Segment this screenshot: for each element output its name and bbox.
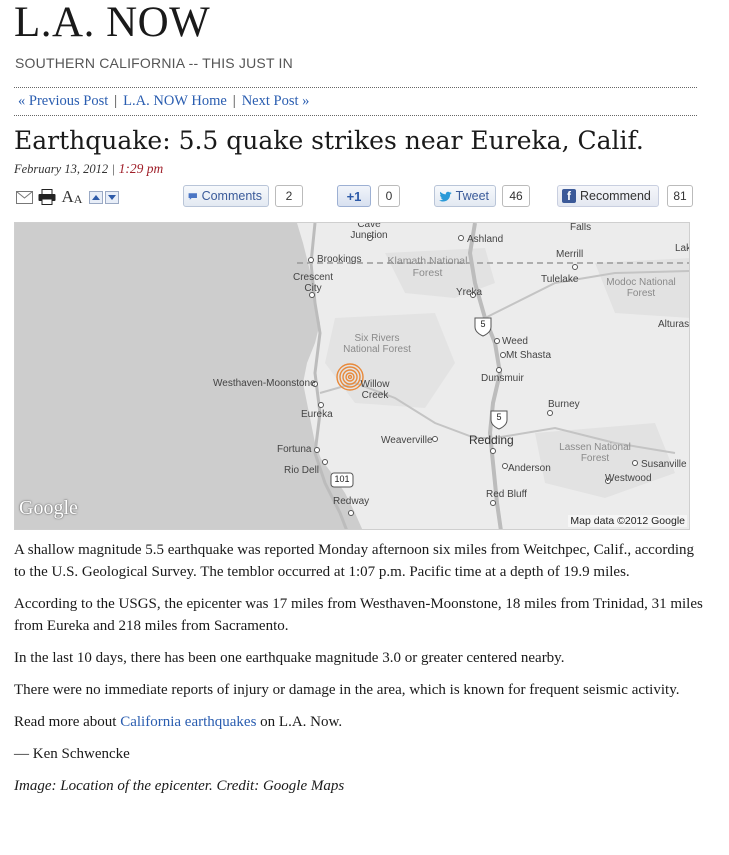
map-label-burney: Burney	[548, 399, 580, 410]
plusone-count: 0	[378, 185, 400, 207]
map-label-eureka: Eureka	[301, 409, 333, 420]
share-toolbar: AA Comments 2 +1 0 Tweet 46 f Recommend …	[14, 184, 694, 210]
recommend-label: Recommend	[580, 189, 651, 203]
nav-separator: |	[232, 93, 236, 109]
comments-count: 2	[275, 185, 303, 207]
comments-button[interactable]: Comments	[183, 185, 269, 207]
plusone-label: +1	[346, 188, 362, 204]
twitter-bird-icon	[439, 191, 452, 202]
map-label-willow-creek: Willow Creek	[360, 379, 390, 401]
read-more-suffix: on L.A. Now.	[256, 714, 343, 730]
email-icon[interactable]	[14, 187, 34, 207]
comments-label: Comments	[201, 189, 262, 203]
post-navigation: « Previous Post | L.A. NOW Home | Next Post …	[14, 87, 697, 116]
next-post-link[interactable]: Next Post »	[242, 93, 310, 109]
post-dateline: February 13, 2012 | 1:29 pm	[14, 161, 163, 177]
facebook-recommend-button[interactable]: f Recommend	[557, 185, 659, 207]
image-caption: Image: Location of the epicenter. Credit…	[14, 778, 345, 794]
map-label-six-rivers: Six Rivers National Forest	[343, 333, 411, 355]
tweet-label: Tweet	[455, 189, 489, 203]
article-paragraph: In the last 10 days, there has been one …	[14, 650, 565, 666]
blog-subtitle: SOUTHERN CALIFORNIA -- THIS JUST IN	[15, 55, 293, 71]
google-logo[interactable]: Google	[19, 497, 78, 520]
map-label-westhaven: Westhaven-Moonstone	[213, 378, 316, 389]
tweet-count: 46	[502, 185, 530, 207]
map-label-falls: Falls	[570, 222, 592, 233]
post-date: February 13, 2012	[14, 162, 109, 176]
epicenter-map[interactable]: Cave Junction Ashland Falls Brookings Kl…	[14, 222, 690, 530]
map-label-fortuna: Fortuna	[277, 444, 312, 455]
font-decrease-icon[interactable]	[104, 187, 119, 207]
tweet-button[interactable]: Tweet	[434, 185, 496, 207]
shield-label-i5-north: 5	[480, 319, 486, 329]
date-separator: |	[112, 162, 115, 176]
map-label-anderson: Anderson	[508, 463, 551, 474]
home-link[interactable]: L.A. NOW Home	[123, 93, 227, 109]
map-label-cave-junction: Cave Junction	[350, 222, 388, 241]
post-time: 1:29 pm	[118, 161, 164, 176]
map-label-brookings: Brookings	[317, 254, 362, 265]
article-paragraph: There were no immediate reports of injur…	[14, 682, 680, 698]
map-credit: Map data ©2012 Google	[568, 515, 687, 527]
map-label-modoc: Modoc National Forest	[606, 277, 676, 299]
map-label-alturas: Alturas	[658, 319, 690, 330]
recommend-count: 81	[667, 185, 693, 207]
font-size-label-small: A	[73, 191, 83, 206]
nav-separator: |	[114, 93, 118, 109]
article-paragraph: A shallow magnitude 5.5 earthquake was r…	[14, 542, 694, 580]
map-label-redding: Redding	[469, 433, 514, 447]
font-size-icon[interactable]: AA	[60, 187, 84, 207]
article-body: A shallow magnitude 5.5 earthquake was r…	[14, 539, 704, 807]
google-plusone-button[interactable]: +1	[337, 185, 371, 207]
map-label-tulelake: Tulelake	[541, 274, 579, 285]
map-label-westwood: Westwood	[605, 473, 652, 484]
map-label-lassen: Lassen National Forest	[559, 442, 631, 464]
map-label-weed: Weed	[502, 336, 528, 347]
print-icon[interactable]	[37, 187, 57, 207]
map-label-rio-dell: Rio Dell	[284, 465, 320, 476]
map-label-red-bluff: Red Bluff	[486, 489, 527, 500]
previous-post-link[interactable]: « Previous Post	[18, 93, 108, 109]
map-label-mt-shasta: Mt Shasta	[506, 350, 552, 361]
shield-label-us101: 101	[334, 474, 350, 484]
read-more-prefix: Read more about	[14, 714, 121, 730]
map-label-dunsmuir: Dunsmuir	[481, 373, 524, 384]
post-headline: Earthquake: 5.5 quake strikes near Eurek…	[14, 126, 644, 155]
font-increase-icon[interactable]	[88, 187, 103, 207]
california-earthquakes-link[interactable]: California earthquakes	[120, 714, 256, 730]
comment-bubble-icon	[188, 192, 197, 200]
map-label-redway: Redway	[333, 496, 370, 507]
map-label-merrill: Merrill	[556, 249, 584, 260]
map-label-ashland: Ashland	[467, 234, 504, 245]
blog-title[interactable]: L.A. NOW	[14, 0, 210, 46]
byline: — Ken Schwencke	[14, 746, 130, 762]
shield-label-i5-south: 5	[496, 412, 502, 422]
map-label-crescent-city: Crescent City	[292, 272, 333, 294]
map-label-weaverville: Weaverville	[381, 435, 433, 446]
read-more-paragraph: Read more about California earthquakes o…	[14, 711, 704, 733]
article-paragraph: According to the USGS, the epicenter was…	[14, 596, 703, 634]
map-label-klamath: Klamath National Forest	[387, 255, 468, 279]
map-label-susanville: Susanville	[641, 459, 687, 470]
map-label-lak: Lak	[675, 243, 690, 254]
map-label-yreka: Yreka	[456, 287, 483, 298]
facebook-icon: f	[562, 189, 576, 203]
